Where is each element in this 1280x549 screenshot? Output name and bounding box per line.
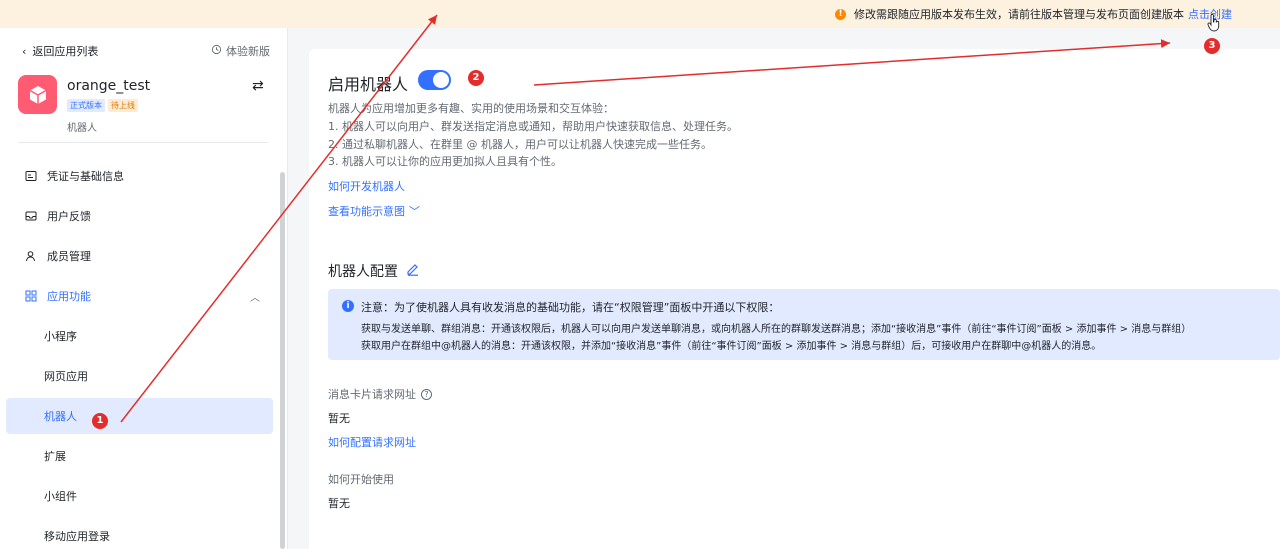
sidebar-item-web-app[interactable]: 网页应用 xyxy=(0,358,280,394)
app-icon xyxy=(18,75,57,114)
step-marker-2: 2 xyxy=(468,70,484,86)
sidebar-item-extension[interactable]: 扩展 xyxy=(0,438,280,474)
version-banner: ! 修改需跟随应用版本发布生效，请前往版本管理与发布页面创建版本 点击创建 xyxy=(0,0,1280,28)
info-icon: i xyxy=(342,300,354,312)
step-marker-3: 3 xyxy=(1204,38,1220,54)
pending-badge: 待上线 xyxy=(108,99,138,112)
permission-notice: i 注意：为了使机器人具有收发消息的基础功能，请在“权限管理”面板中开通以下权限… xyxy=(328,289,1280,360)
user-icon xyxy=(24,249,38,263)
desc-intro: 机器人为应用增加更多有趣、实用的使用场景和交互体验： xyxy=(328,102,614,115)
switch-app-icon[interactable]: ⇄ xyxy=(252,78,264,94)
app-name: orange_test xyxy=(67,78,151,94)
notice-line-1: 获取与发送单聊、群组消息：开通该权限后，机器人可以向用户发送单聊消息，或向机器人… xyxy=(361,324,1192,335)
app-badges: 正式版本 待上线 xyxy=(67,99,138,112)
card-url-label: 消息卡片请求网址 ? xyxy=(328,386,432,402)
sidebar-item-credentials[interactable]: 凭证与基础信息 xyxy=(0,158,280,194)
desc-line-3: 3. 机器人可以让你的应用更加拟人且具有个性。 xyxy=(328,155,562,168)
try-new-version-button[interactable]: 体验新版 xyxy=(211,43,270,59)
bot-config-title: 机器人配置 xyxy=(328,261,420,281)
sidebar-item-members[interactable]: 成员管理 xyxy=(0,238,280,274)
grid-icon xyxy=(24,289,38,303)
sidebar-item-widget[interactable]: 小组件 xyxy=(0,478,280,514)
main-panel: 启用机器人 机器人为应用增加更多有趣、实用的使用场景和交互体验： 1. 机器人可… xyxy=(309,49,1280,549)
desc-line-1: 1. 机器人可以向用户、群发送指定消息或通知，帮助用户快速获取信息、处理任务。 xyxy=(328,120,738,133)
start-using-label: 如何开始使用 xyxy=(328,473,394,486)
chevron-up-icon: ︿ xyxy=(250,292,260,304)
sidebar-scrollbar[interactable] xyxy=(280,172,285,549)
sidebar-item-mobile-login[interactable]: 移动应用登录 xyxy=(0,518,280,549)
edit-icon[interactable] xyxy=(406,262,420,280)
sidebar: ‹ 返回应用列表 体验新版 orange_test 正式版本 待上线 机器人 ⇄… xyxy=(0,28,288,549)
help-icon[interactable]: ? xyxy=(421,388,432,400)
notice-line-2: 获取用户在群组中@机器人的消息：开通该权限，并添加“接收消息”事件（前往“事件订… xyxy=(361,341,1102,352)
hand-cursor-icon xyxy=(1207,13,1221,36)
inbox-icon xyxy=(24,209,38,223)
banner-text: 修改需跟随应用版本发布生效，请前往版本管理与发布页面创建版本 xyxy=(854,8,1184,21)
sidebar-item-mini-program[interactable]: 小程序 xyxy=(0,318,280,354)
how-to-develop-link[interactable]: 如何开发机器人 xyxy=(328,178,405,194)
back-to-apps-button[interactable]: ‹ 返回应用列表 xyxy=(22,43,98,59)
history-icon xyxy=(211,44,222,58)
id-card-icon xyxy=(24,169,38,183)
warning-icon: ! xyxy=(835,8,846,20)
start-using-value: 暂无 xyxy=(328,497,350,510)
step-marker-1: 1 xyxy=(92,413,108,429)
toggle-knob xyxy=(433,72,449,88)
chevron-down-icon: ﹀ xyxy=(409,205,420,218)
app-subtitle: 机器人 xyxy=(67,123,97,134)
sidebar-item-feedback[interactable]: 用户反馈 xyxy=(0,198,280,234)
sidebar-item-bot[interactable]: 机器人 xyxy=(6,398,273,434)
config-url-link[interactable]: 如何配置请求网址 xyxy=(328,434,416,450)
sidebar-item-app-features[interactable]: 应用功能 ︿ xyxy=(0,278,280,314)
sidebar-divider xyxy=(18,142,268,143)
view-demo-link[interactable]: 查看功能示意图 ﹀ xyxy=(328,203,420,219)
desc-line-2: 2. 通过私聊机器人、在群里 @ 机器人，用户可以让机器人快速完成一些任务。 xyxy=(328,138,712,151)
card-url-value: 暂无 xyxy=(328,412,350,425)
chevron-left-icon: ‹ xyxy=(22,44,27,58)
enable-bot-toggle[interactable] xyxy=(418,70,451,90)
notice-title: 注意：为了使机器人具有收发消息的基础功能，请在“权限管理”面板中开通以下权限： xyxy=(361,301,780,314)
sidebar-top: ‹ 返回应用列表 体验新版 xyxy=(22,43,270,59)
release-badge: 正式版本 xyxy=(67,99,105,112)
page-title: 启用机器人 xyxy=(328,75,409,94)
